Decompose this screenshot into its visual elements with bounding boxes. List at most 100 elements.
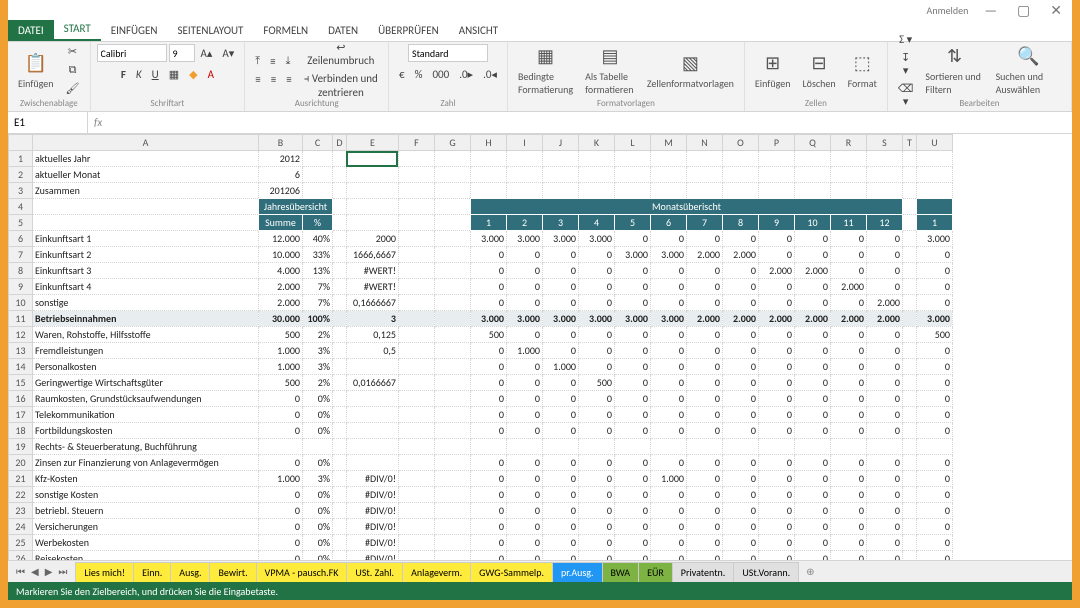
sheet-tab[interactable]: Bewirt.	[209, 562, 256, 582]
cell[interactable]: 0	[650, 519, 686, 535]
cell[interactable]: Fortbildungskosten	[33, 423, 259, 439]
cell[interactable]: 0	[722, 455, 758, 471]
cell[interactable]	[332, 455, 346, 471]
cell[interactable]: 0	[506, 247, 542, 263]
cell[interactable]	[302, 439, 332, 455]
cell[interactable]	[470, 151, 506, 167]
cell[interactable]: 0	[258, 407, 302, 423]
cell[interactable]	[346, 455, 398, 471]
cell[interactable]: 0	[614, 231, 650, 247]
cell[interactable]	[434, 247, 470, 263]
cell[interactable]: 0	[794, 295, 830, 311]
cell[interactable]: 4.000	[258, 263, 302, 279]
cell[interactable]: 0	[722, 231, 758, 247]
cell[interactable]: sonstige	[33, 295, 259, 311]
cell[interactable]: 0	[614, 519, 650, 535]
cell[interactable]: 3%	[302, 471, 332, 487]
cell[interactable]: 0	[578, 391, 614, 407]
cell[interactable]: 0	[650, 423, 686, 439]
cell[interactable]	[902, 263, 916, 279]
cell[interactable]: 0	[722, 295, 758, 311]
cell[interactable]	[332, 375, 346, 391]
cell[interactable]: 0	[794, 391, 830, 407]
row-header[interactable]: 10	[9, 295, 33, 311]
cell[interactable]: 0%	[302, 407, 332, 423]
cell[interactable]: 0	[506, 551, 542, 561]
cell[interactable]	[686, 151, 722, 167]
cell[interactable]	[650, 183, 686, 199]
cell[interactable]: 0	[614, 327, 650, 343]
cell[interactable]: 0	[722, 471, 758, 487]
cell[interactable]	[398, 519, 434, 535]
cell[interactable]: 3.000	[470, 311, 506, 327]
cell[interactable]	[902, 231, 916, 247]
autosum-button[interactable]: Σ ▾	[894, 31, 918, 48]
sheet-tab[interactable]: USt.Vorann.	[733, 562, 799, 582]
cell[interactable]: 0	[758, 487, 794, 503]
col-header[interactable]: U	[916, 135, 952, 151]
cell[interactable]	[722, 439, 758, 455]
col-header[interactable]: H	[470, 135, 506, 151]
cell[interactable]: 0	[830, 423, 866, 439]
cell[interactable]	[902, 167, 916, 183]
cell[interactable]: Monatsüberischt	[470, 199, 902, 215]
cell[interactable]: 2.000	[794, 311, 830, 327]
cell[interactable]: 0	[686, 455, 722, 471]
cell[interactable]: 0	[686, 471, 722, 487]
thousand-sep-button[interactable]: 000	[428, 66, 453, 83]
cell[interactable]: 0	[722, 423, 758, 439]
cell[interactable]	[722, 167, 758, 183]
cell[interactable]: 0	[650, 359, 686, 375]
cell[interactable]: 0	[686, 391, 722, 407]
cell[interactable]: 0	[506, 391, 542, 407]
cell[interactable]: 0	[258, 391, 302, 407]
cell[interactable]: 0	[830, 359, 866, 375]
cell[interactable]: 0	[506, 375, 542, 391]
cell[interactable]: 0	[578, 423, 614, 439]
cell[interactable]: 0	[916, 295, 952, 311]
col-header[interactable]: L	[614, 135, 650, 151]
minimize-icon[interactable]: —	[980, 2, 1001, 19]
cell[interactable]	[346, 359, 398, 375]
row-header[interactable]: 3	[9, 183, 33, 199]
cell[interactable]: 0	[758, 535, 794, 551]
cell[interactable]: 0	[650, 535, 686, 551]
cell[interactable]	[332, 439, 346, 455]
cell[interactable]: 2.000	[866, 295, 902, 311]
cell[interactable]: 0	[722, 503, 758, 519]
cell[interactable]: 0	[866, 455, 902, 471]
cell[interactable]	[434, 455, 470, 471]
cell[interactable]: 500	[916, 327, 952, 343]
cell[interactable]	[434, 311, 470, 327]
cell[interactable]: 0	[470, 423, 506, 439]
cell[interactable]: #WERT!	[346, 279, 398, 295]
row-header[interactable]: 16	[9, 391, 33, 407]
underline-button[interactable]: U	[148, 66, 163, 83]
cell[interactable]	[332, 487, 346, 503]
cell[interactable]: Kfz-Kosten	[33, 471, 259, 487]
cell[interactable]	[902, 423, 916, 439]
cell[interactable]	[902, 311, 916, 327]
sheet-tab[interactable]: Einn.	[133, 562, 171, 582]
cell[interactable]: 0	[258, 423, 302, 439]
cell[interactable]	[830, 183, 866, 199]
cell[interactable]: 0	[470, 535, 506, 551]
cell[interactable]	[332, 295, 346, 311]
cell[interactable]: 0	[650, 263, 686, 279]
cell[interactable]	[866, 151, 902, 167]
cell[interactable]: #DIV/0!	[346, 519, 398, 535]
cell[interactable]: 9	[758, 215, 794, 231]
align-middle-button[interactable]: ≡	[266, 53, 279, 70]
cell[interactable]: 0	[258, 535, 302, 551]
cell[interactable]: 100%	[302, 311, 332, 327]
cell[interactable]: 0	[578, 503, 614, 519]
cell[interactable]: 201206	[258, 183, 302, 199]
cell[interactable]	[398, 327, 434, 343]
new-sheet-button[interactable]: ⊕	[798, 565, 822, 578]
row-header[interactable]: 9	[9, 279, 33, 295]
tab-nav-prev[interactable]: ◀	[29, 565, 41, 578]
align-left-button[interactable]: ≡	[251, 71, 264, 88]
cell[interactable]: 0	[506, 327, 542, 343]
cell[interactable]: 0	[794, 519, 830, 535]
cell[interactable]: 0	[506, 295, 542, 311]
